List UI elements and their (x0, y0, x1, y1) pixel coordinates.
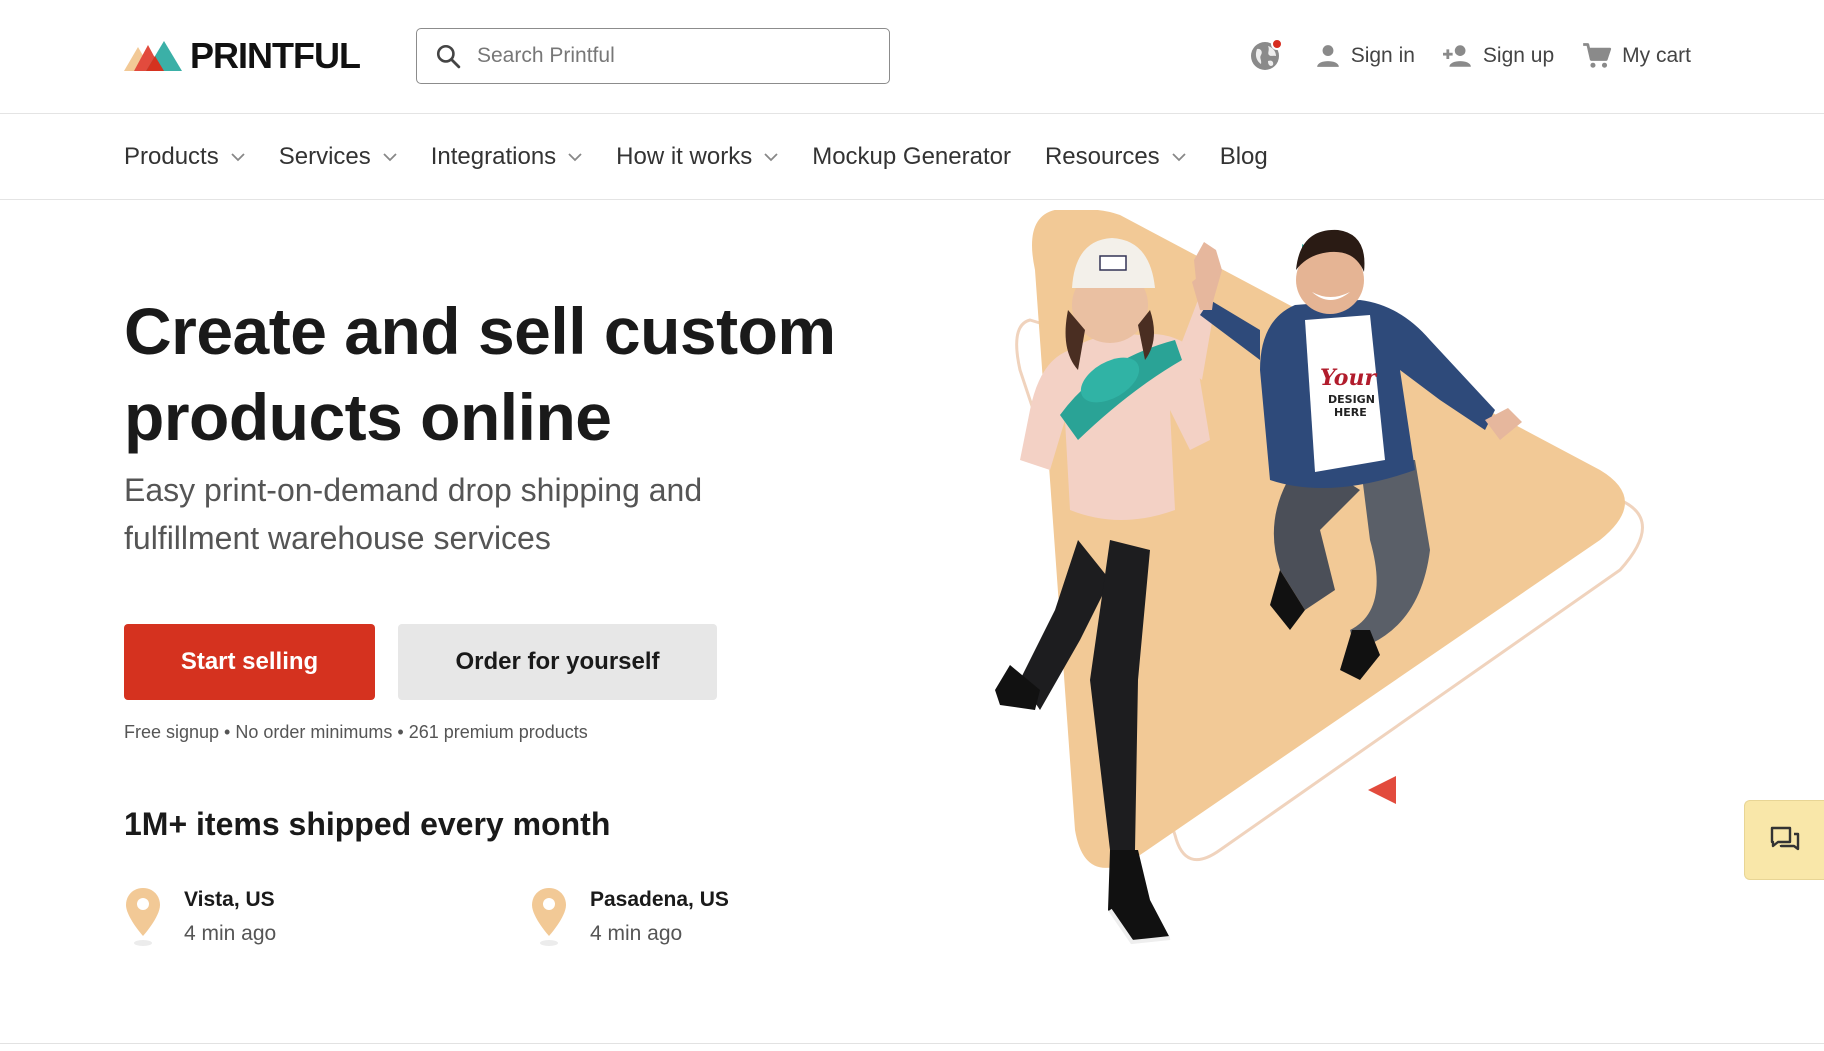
shirt-design-text: DESIGN (1328, 393, 1375, 406)
shipment-time: 4 min ago (590, 922, 683, 945)
header-utilities: Sign in Sign up My cart (1249, 34, 1691, 78)
nav-item-mockup-generator[interactable]: Mockup Generator (812, 143, 1011, 171)
nav-item-blog[interactable]: Blog (1220, 143, 1268, 171)
nav-item-products[interactable]: Products (124, 143, 245, 171)
shipment-time: 4 min ago (184, 922, 277, 945)
signup-perks: Free signup • No order minimums • 261 pr… (124, 722, 588, 742)
location-pin-icon (126, 888, 160, 946)
nav-item-services[interactable]: Services (279, 143, 397, 171)
nav-item-label: Mockup Generator (812, 143, 1011, 170)
hero-illustration: Your DESIGN HERE (995, 210, 1644, 945)
cart-icon (1583, 43, 1612, 68)
brand-name: PRINTFUL (190, 35, 361, 76)
shipment-location: Vista, US (184, 888, 275, 911)
start-selling-button[interactable]: Start selling (124, 624, 375, 700)
nav-item-label: How it works (616, 143, 753, 170)
red-triangle-icon (1368, 776, 1396, 804)
add-user-icon (1442, 45, 1471, 67)
top-header: PRINTFUL Sign in (0, 0, 1824, 114)
chevron-down-icon (383, 152, 397, 161)
nav-item-resources[interactable]: Resources (1045, 143, 1186, 171)
logo-mark-icon (124, 41, 182, 71)
sign-in-link[interactable]: Sign in (1315, 43, 1415, 69)
hero-title-line-1: Create and sell custom (124, 294, 836, 368)
search-icon (436, 44, 461, 69)
shirt-design-text: HERE (1334, 406, 1367, 419)
shipping-stats-title: 1M+ items shipped every month (124, 806, 611, 842)
nav-item-how-it-works[interactable]: How it works (616, 143, 778, 171)
hero-title: Create and sell custom products online (124, 288, 844, 460)
printful-logo[interactable]: PRINTFUL (124, 35, 361, 76)
user-icon (1316, 45, 1339, 67)
location-pin-icon (532, 888, 566, 946)
shipment-location: Pasadena, US (590, 888, 729, 911)
sign-in-label: Sign in (1350, 44, 1415, 67)
chevron-down-icon (764, 152, 778, 161)
nav-item-label: Products (124, 143, 219, 170)
cart-link[interactable]: My cart (1582, 42, 1691, 70)
chat-icon (1770, 826, 1799, 851)
hero-subtitle: Easy print-on-demand drop shipping and f… (124, 466, 764, 562)
chevron-down-icon (1172, 152, 1186, 161)
shipment-item: Pasadena, US 4 min ago (530, 886, 729, 948)
nav-item-integrations[interactable]: Integrations (431, 143, 582, 171)
chevron-down-icon (568, 152, 582, 161)
main-nav: Products Services Integrations How it wo… (0, 114, 1824, 200)
nav-item-label: Integrations (430, 143, 557, 170)
recent-shipments: Vista, US 4 min ago Pasadena, US 4 min a… (124, 886, 824, 956)
language-selector[interactable] (1249, 38, 1287, 72)
hero-title-line-2: products online (124, 380, 612, 454)
search-input[interactable] (477, 44, 857, 68)
chat-widget-button[interactable] (1744, 800, 1824, 880)
cart-label: My cart (1622, 44, 1691, 67)
sign-up-label: Sign up (1482, 44, 1555, 67)
shirt-design-text: Your (1320, 365, 1377, 391)
section-divider (0, 1043, 1824, 1044)
search-box[interactable] (416, 28, 890, 84)
hero-subtitle-line-2: fulfillment warehouse services (124, 520, 551, 556)
shipment-item: Vista, US 4 min ago (124, 886, 276, 948)
hero-subtitle-line-1: Easy print-on-demand drop shipping and (124, 472, 703, 508)
sign-up-link[interactable]: Sign up (1442, 43, 1555, 69)
chevron-down-icon (231, 152, 245, 161)
globe-icon (1249, 38, 1283, 72)
nav-item-label: Resources (1044, 143, 1160, 170)
nav-item-label: Blog (1219, 143, 1268, 170)
notification-dot (1270, 38, 1283, 50)
nav-list: Products Services Integrations How it wo… (124, 114, 1302, 200)
order-for-yourself-button[interactable]: Order for yourself (398, 624, 717, 700)
nav-item-label: Services (278, 143, 371, 170)
